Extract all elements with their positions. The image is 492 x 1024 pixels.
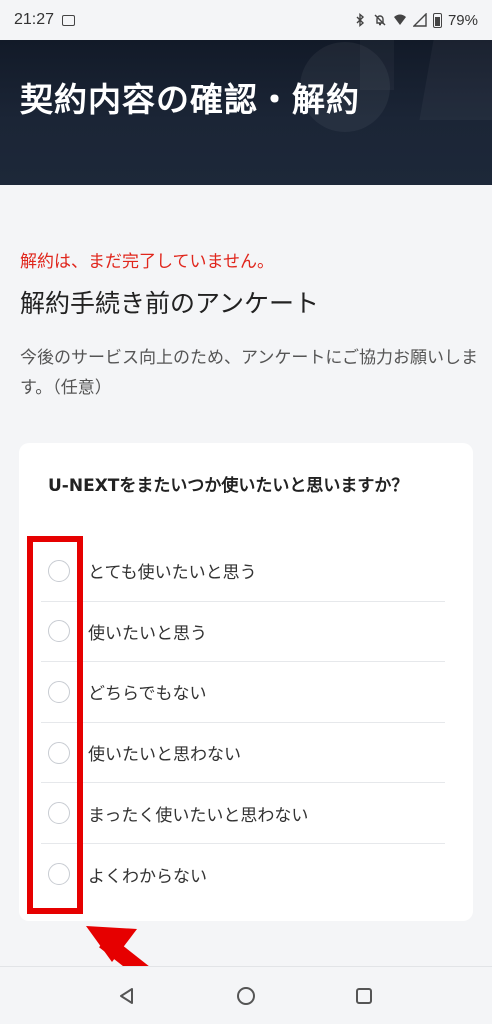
wifi-icon xyxy=(393,14,406,25)
status-time: 21:27 xyxy=(14,11,55,28)
survey-title: 解約手続き前のアンケート xyxy=(20,289,320,318)
radio-button[interactable] xyxy=(48,802,70,825)
image-icon xyxy=(62,14,76,26)
radio-button[interactable] xyxy=(48,863,70,886)
question-text: U-NEXTをまたいつか使いたいと思いますか？ xyxy=(48,476,409,496)
option-label: よくわからない xyxy=(88,866,207,887)
mute-icon xyxy=(374,14,386,26)
back-icon[interactable] xyxy=(114,983,140,1009)
option-label: どちらでもない xyxy=(88,684,207,705)
option-label: まったく使いたいと思わない xyxy=(88,805,309,826)
battery-percent: 79% xyxy=(447,11,478,29)
page-header: 契約内容の確認・解約 xyxy=(0,40,492,185)
status-bar: 21:27 79% xyxy=(0,0,492,40)
option-label: とても使いたいと思う xyxy=(88,563,257,584)
option-neutral[interactable]: どちらでもない xyxy=(41,662,445,723)
option-very-much[interactable]: とても使いたいと思う xyxy=(41,541,445,602)
option-do-not-want[interactable]: 使いたいと思わない xyxy=(41,723,445,784)
cancellation-notice: 解約は、まだ完了していません。 xyxy=(20,252,274,272)
header-decoration xyxy=(419,40,492,120)
radio-button[interactable] xyxy=(48,680,70,703)
system-nav-bar xyxy=(0,966,492,1024)
answer-options: とても使いたいと思う 使いたいと思う どちらでもない 使いたいと思わない まった… xyxy=(41,541,445,905)
signal-icon xyxy=(412,13,427,27)
status-icons: 79% xyxy=(353,12,478,29)
option-not-sure[interactable]: よくわからない xyxy=(41,844,445,905)
page-title: 契約内容の確認・解約 xyxy=(20,80,360,119)
option-not-at-all[interactable]: まったく使いたいと思わない xyxy=(41,783,445,844)
recents-icon[interactable] xyxy=(351,983,377,1009)
bluetooth-icon xyxy=(356,13,365,27)
battery-icon xyxy=(432,12,442,28)
home-icon[interactable] xyxy=(233,983,259,1009)
radio-button[interactable] xyxy=(48,559,70,582)
radio-button[interactable] xyxy=(48,620,70,643)
radio-button[interactable] xyxy=(48,741,70,764)
option-label: 使いたいと思わない xyxy=(88,745,241,766)
header-decoration xyxy=(360,40,394,90)
option-want-to-use[interactable]: 使いたいと思う xyxy=(41,602,445,663)
survey-description: 今後のサービス向上のため、アンケートにご協力お願いします。（任意） xyxy=(20,348,478,398)
option-label: 使いたいと思う xyxy=(88,623,207,644)
